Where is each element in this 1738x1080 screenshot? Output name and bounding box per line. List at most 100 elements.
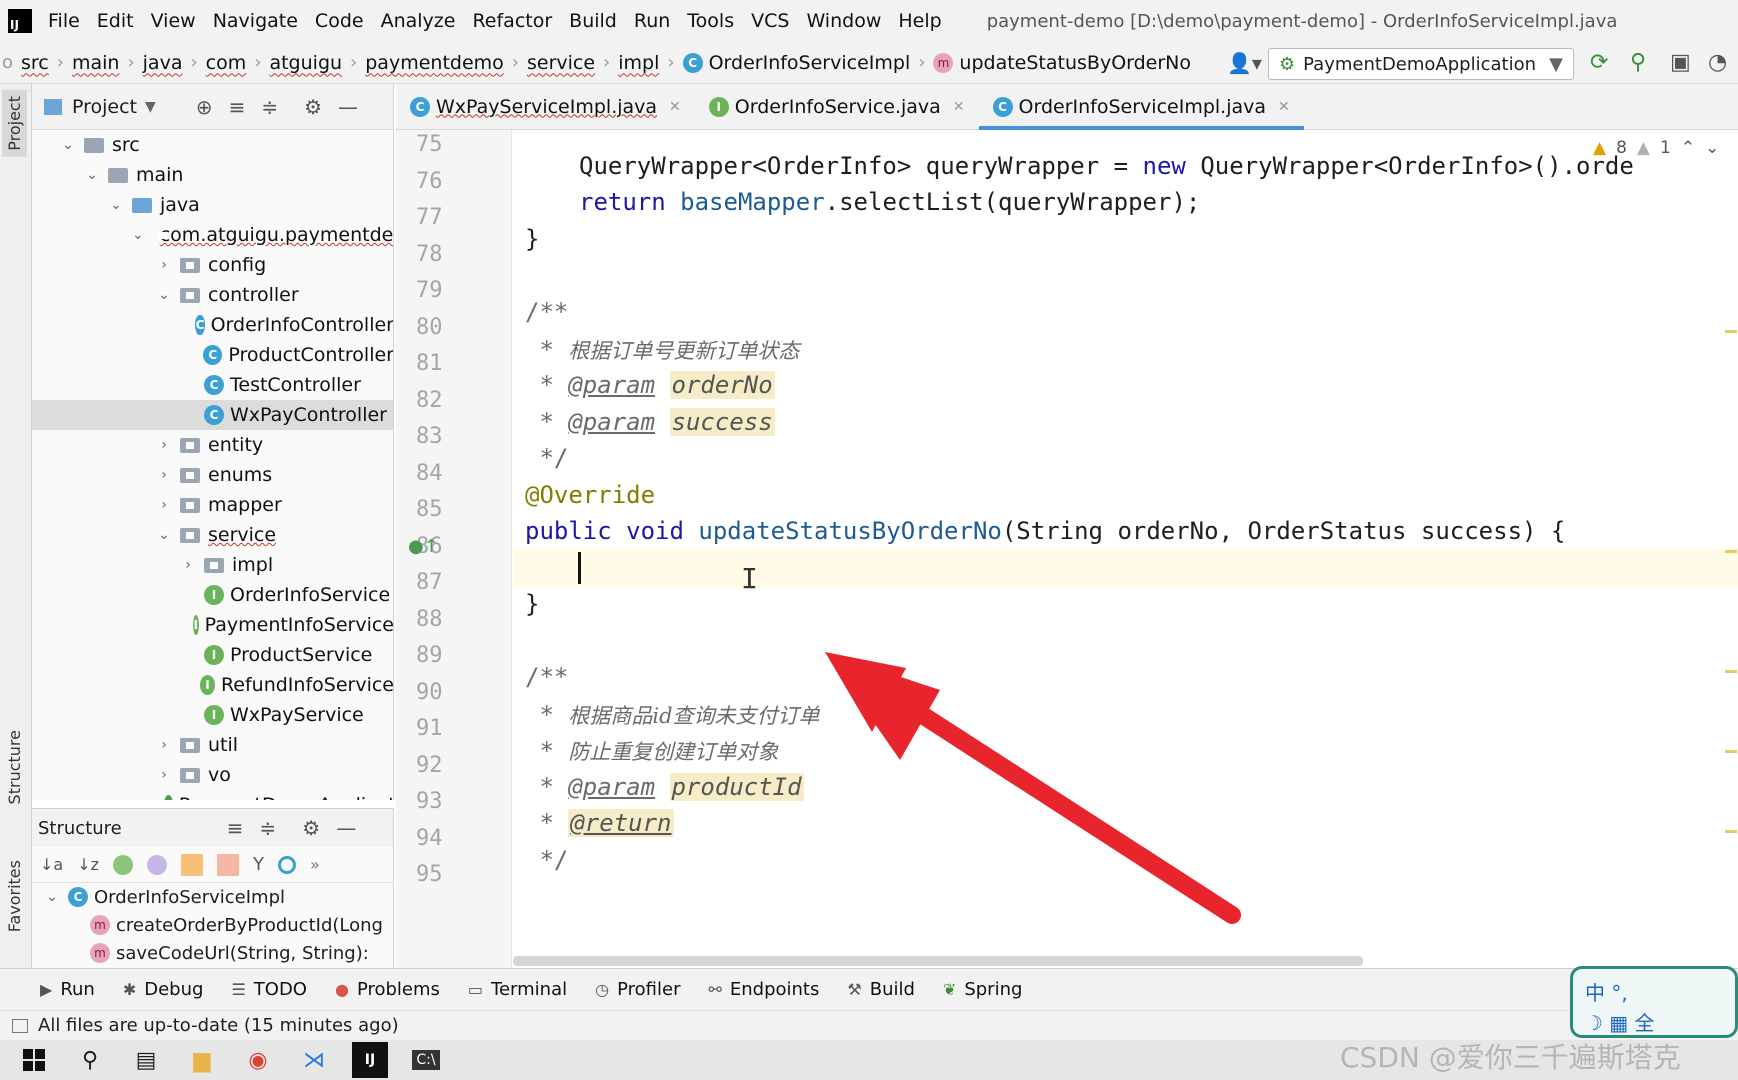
tree-item[interactable]: › util [32,730,393,760]
menu-code[interactable]: Code [315,10,364,32]
more-icon[interactable]: » [310,855,320,874]
sort-alpha-icon[interactable]: ↓a [40,855,63,874]
close-icon[interactable]: ✕ [669,99,681,115]
menu-navigate[interactable]: Navigate [213,10,298,32]
close-icon[interactable]: ✕ [953,99,965,115]
chrome-icon[interactable]: ◉ [240,1042,276,1078]
chevron-right-icon[interactable]: › [180,557,196,573]
show-lambdas-icon[interactable]: Y [253,854,264,875]
horizontal-scrollbar[interactable] [513,956,1363,966]
crumb-method[interactable]: m updateStatusByOrderNo [927,52,1197,74]
menu-vcs[interactable]: VCS [751,10,789,32]
chevron-right-icon[interactable]: › [156,257,172,273]
tab-orderinfoservice[interactable]: I OrderInfoService.java ✕ [695,84,979,130]
tree-item[interactable]: › enums [32,460,393,490]
coverage-icon[interactable]: ▣ [1670,50,1691,75]
debug-tool-button[interactable]: ✱ Debug [123,979,204,1000]
error-stripe-marker[interactable] [1725,670,1737,673]
structure-tool-tab[interactable]: Structure [2,724,27,810]
tree-item[interactable]: C OrderInfoController [32,310,393,340]
tree-item[interactable]: ⌄ controller [32,280,393,310]
favorites-tool-tab[interactable]: Favorites [2,854,27,938]
task-view-icon[interactable]: ▤ [128,1042,164,1078]
implements-method-icon[interactable]: ●↑ [408,536,439,557]
project-panel-title[interactable]: Project [72,96,137,118]
run-configuration-select[interactable]: ⚙ PaymentDemoApplication ▼ [1268,48,1574,80]
tab-wxpayserviceimpl[interactable]: C WxPayServiceImpl.java ✕ [396,84,695,130]
chevron-down-icon[interactable]: ⌄ [132,227,144,243]
menu-tools[interactable]: Tools [687,10,734,32]
menu-analyze[interactable]: Analyze [381,10,456,32]
error-stripe-marker[interactable] [1725,750,1737,753]
menu-build[interactable]: Build [569,10,617,32]
tree-item[interactable]: ⌄ service [32,520,393,550]
build-tool-button[interactable]: ⚒ Build [847,979,915,1000]
structure-item[interactable]: ⌄ C OrderInfoServiceImpl [32,883,393,911]
problems-tool-button[interactable]: ● Problems [335,979,440,1000]
tree-item[interactable]: I OrderInfoService [32,580,393,610]
chevron-right-icon[interactable]: › [156,737,172,753]
tree-item[interactable]: ⌄ src [32,130,393,160]
crumb-paymentdemo[interactable]: paymentdemo [359,52,510,74]
hide-icon[interactable]: — [336,816,356,840]
tree-item[interactable]: ⌄ main [32,160,393,190]
tree-item[interactable]: C TestController [32,370,393,400]
close-icon[interactable]: ✕ [1278,99,1290,115]
tree-item[interactable]: C WxPayController [32,400,393,430]
menu-refactor[interactable]: Refactor [472,10,552,32]
tree-item[interactable]: ⌄ com.atguigu.paymentdemo [32,220,393,250]
project-tool-tab[interactable]: Project [2,90,27,157]
error-stripe-marker[interactable] [1725,330,1737,333]
tree-item[interactable]: › entity [32,430,393,460]
chevron-right-icon[interactable]: › [156,497,172,513]
profile-icon[interactable]: ◔ [1708,50,1727,75]
locate-icon[interactable]: ⊕ [196,95,213,119]
endpoints-tool-button[interactable]: ⚯ Endpoints [708,979,819,1000]
expand-all-icon[interactable]: ≡ [227,816,244,840]
tree-item[interactable]: I PaymentInfoService [32,610,393,640]
crumb-com[interactable]: com [200,52,253,74]
error-stripe-marker[interactable] [1725,550,1737,553]
tree-item[interactable]: › impl [32,550,393,580]
user-icon[interactable]: 👤▾ [1227,51,1262,75]
chevron-down-icon[interactable]: ⌄ [156,287,172,303]
tool-window-toggle-icon[interactable] [12,1018,28,1033]
tree-item[interactable]: › mapper [32,490,393,520]
show-non-public-icon[interactable] [217,853,240,876]
structure-item[interactable]: m createOrderByProductId(Long [32,911,393,939]
chevron-down-icon[interactable]: ⌄ [156,527,172,543]
intellij-logo-icon[interactable]: IJ [8,9,32,33]
run-tool-button[interactable]: ▶ Run [40,979,95,1000]
crumb-impl[interactable]: impl [612,52,665,74]
menu-view[interactable]: View [151,10,196,32]
windows-start-icon[interactable] [16,1042,52,1078]
chevron-right-icon[interactable]: › [156,437,172,453]
autoscroll-icon[interactable] [278,855,297,874]
editor-gutter[interactable]: 75 76 77 78 79 80 81 82 83 84 85 86 87 88 89 90 91 92 93 94… [396,130,512,968]
sort-visibility-icon[interactable]: ↓z [77,855,99,874]
ime-widget[interactable]: 中 °, ☽ ▦ 全 [1570,966,1738,1038]
tree-item[interactable]: I WxPayService [32,700,393,730]
spring-tool-button[interactable]: ❦ Spring [943,979,1023,1000]
show-properties-icon[interactable] [147,854,168,875]
show-inherited-icon[interactable] [113,854,134,875]
crumb-main[interactable]: main [66,52,125,74]
crumb-service[interactable]: service [521,52,601,74]
tree-item[interactable]: I ProductService [32,640,393,670]
collapse-all-icon[interactable]: ≑ [261,95,278,119]
menu-edit[interactable]: Edit [97,10,134,32]
chevron-down-icon[interactable]: ⌄ [108,197,124,213]
structure-item[interactable]: m saveCodeUrl(String, String): [32,939,393,967]
tree-item[interactable]: I RefundInfoService [32,670,393,700]
code-editor[interactable]: ▲ 8 ▲ 1 ⌃ ⌄ QueryWrapper<OrderInfo> queryW… [513,130,1738,968]
menu-run[interactable]: Run [634,10,670,32]
crumb-java[interactable]: java [137,52,189,74]
menu-file[interactable]: File [48,10,80,32]
terminal-tool-button[interactable]: ▭ Terminal [468,979,567,1000]
chevron-down-icon[interactable]: ⌄ [84,167,100,183]
gear-icon[interactable]: ⚙ [304,95,322,119]
chevron-right-icon[interactable]: › [156,767,172,783]
error-stripe-marker[interactable] [1725,830,1737,833]
chevron-right-icon[interactable]: › [156,467,172,483]
hide-icon[interactable]: — [338,95,358,119]
